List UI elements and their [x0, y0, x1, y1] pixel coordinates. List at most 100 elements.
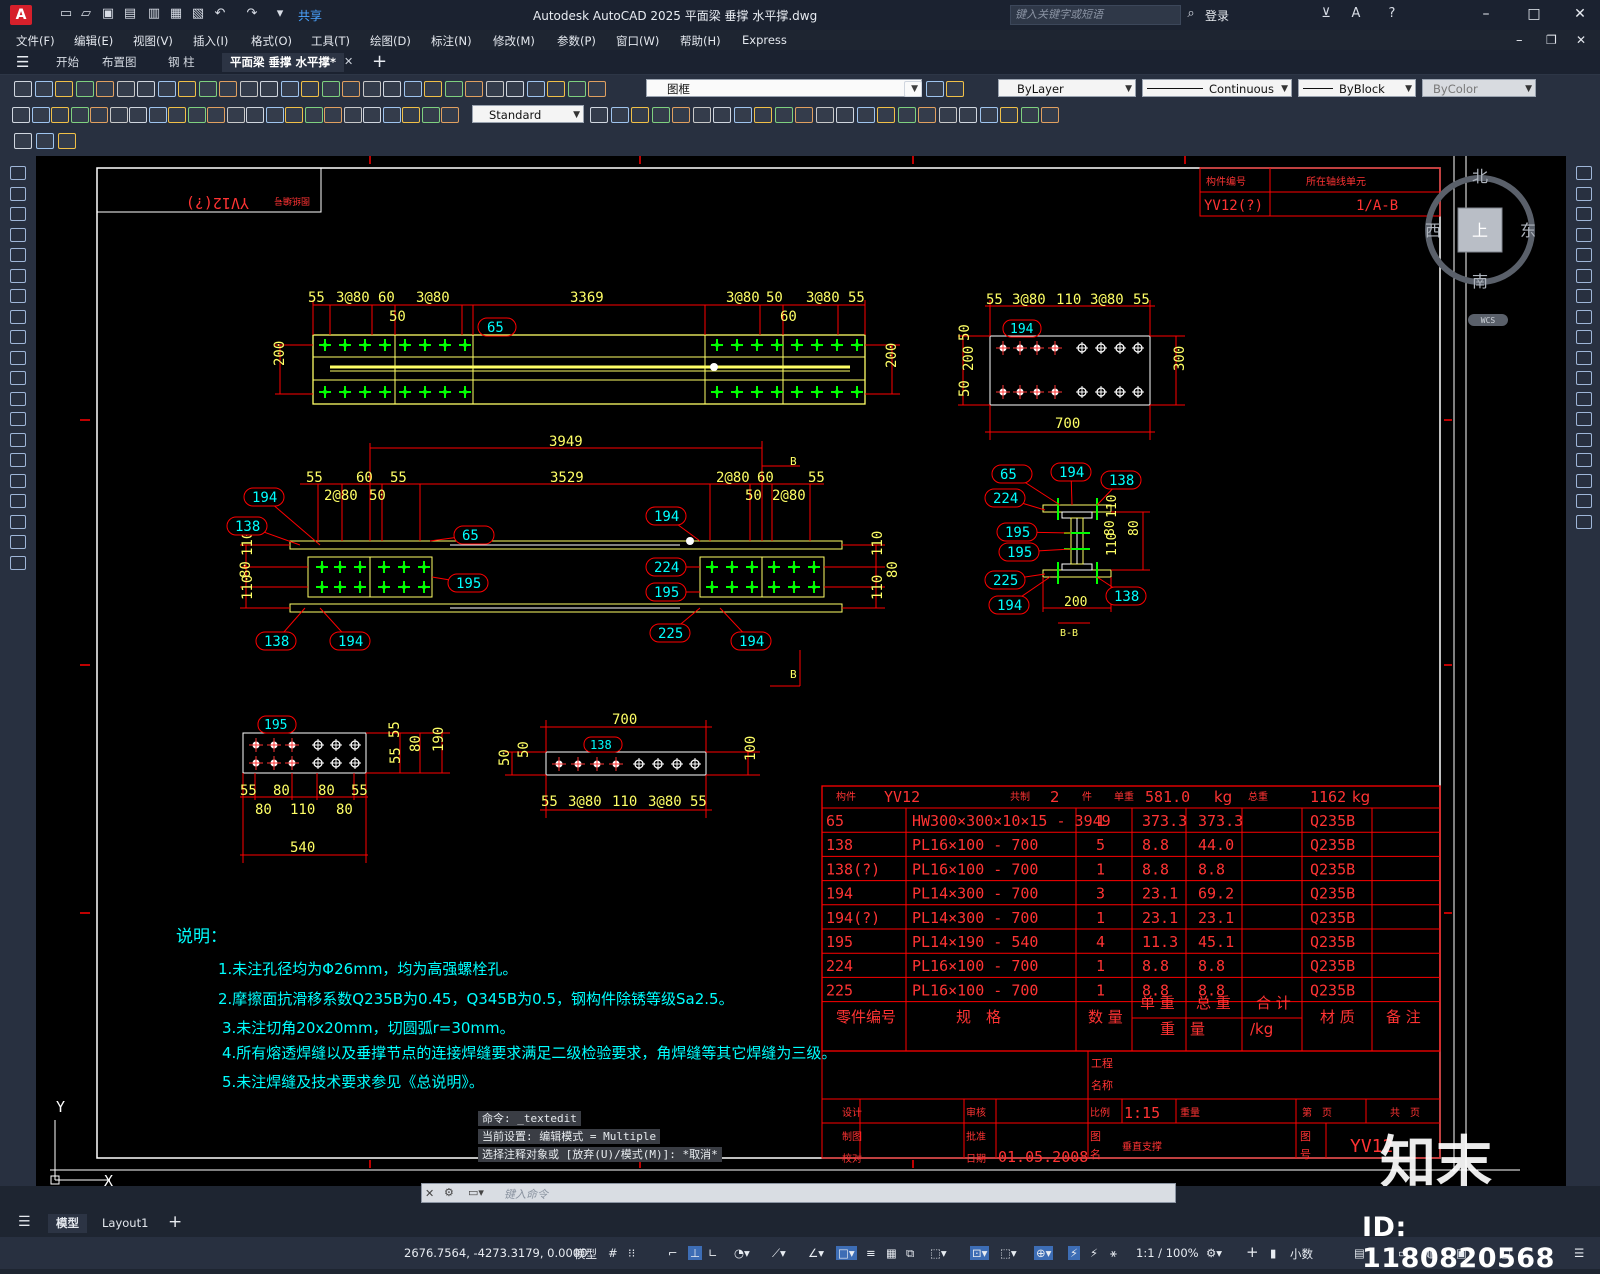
linetype-dropdown[interactable]: Continuous ▼	[1142, 79, 1292, 97]
draw-tool-icon[interactable]	[441, 107, 459, 123]
gizmo-icon[interactable]: ⊕▾	[1034, 1246, 1054, 1260]
osnap-icon[interactable]: □▾	[836, 1246, 857, 1260]
left-draw-tool-icon[interactable]	[10, 392, 26, 406]
toolbar-button-icon[interactable]	[96, 81, 114, 97]
command-customize-icon[interactable]: ⚙	[444, 1186, 454, 1199]
toolbar-button-icon[interactable]	[178, 81, 196, 97]
add-icon[interactable]: +	[1246, 1243, 1259, 1261]
left-draw-tool-icon[interactable]	[10, 228, 26, 242]
draw-tool-icon[interactable]	[90, 107, 108, 123]
close-button[interactable]: ✕	[1570, 6, 1590, 22]
right-modify-tool-icon[interactable]	[1576, 310, 1592, 324]
draw-tool-icon[interactable]	[363, 107, 381, 123]
selection-filter-icon[interactable]: ⬚▾	[1000, 1246, 1017, 1260]
dynamic-input-icon[interactable]: ⊥	[688, 1246, 703, 1260]
toolbar-button-icon[interactable]	[342, 81, 360, 97]
viewcube-north[interactable]: 北	[1472, 167, 1488, 186]
command-input[interactable]: 键入命令	[504, 1186, 548, 1202]
viewcube-east[interactable]: 东	[1520, 221, 1536, 240]
annotation-scale-dropdown[interactable]: 1:1 / 100%	[1136, 1246, 1199, 1260]
auto-scale-icon[interactable]: ⚡	[1090, 1246, 1098, 1260]
ortho-icon[interactable]: ∟	[708, 1246, 718, 1260]
toolbar-button-icon[interactable]	[219, 81, 237, 97]
menu-insert[interactable]: 插入(I)	[193, 33, 228, 49]
right-modify-tool-icon[interactable]	[1576, 269, 1592, 283]
draw-tool-icon[interactable]	[51, 107, 69, 123]
toolbar-button-icon[interactable]	[240, 81, 258, 97]
transparency-icon[interactable]: ▦	[886, 1246, 897, 1260]
toolbar-button-icon[interactable]	[465, 81, 483, 97]
toolbar-button-icon[interactable]	[547, 81, 565, 97]
draw-tool-icon[interactable]	[149, 107, 167, 123]
menu-parametric[interactable]: 参数(P)	[557, 33, 596, 49]
toolbar-button-icon[interactable]	[35, 81, 53, 97]
menu-edit[interactable]: 编辑(E)	[74, 33, 113, 49]
left-draw-tool-icon[interactable]	[10, 412, 26, 426]
menu-express[interactable]: Express	[742, 33, 787, 47]
new-tab-plus-icon[interactable]: +	[372, 51, 387, 72]
left-draw-tool-icon[interactable]	[10, 494, 26, 508]
grid-icon[interactable]: #	[608, 1246, 618, 1260]
toolbar-button-icon[interactable]	[588, 81, 606, 97]
modify-tool-icon[interactable]	[836, 107, 854, 123]
right-modify-tool-icon[interactable]	[1576, 474, 1592, 488]
draw-tool-icon[interactable]	[168, 107, 186, 123]
modify-tool-icon[interactable]	[652, 107, 670, 123]
share-button[interactable]: 共享	[298, 7, 322, 24]
new-file-icon[interactable]: ▭	[58, 6, 74, 22]
toolbar-button-icon[interactable]	[117, 81, 135, 97]
cart-icon[interactable]: ⊻	[1318, 6, 1334, 22]
plot-icon[interactable]: ▦	[168, 6, 184, 22]
right-modify-tool-icon[interactable]	[1576, 433, 1592, 447]
left-draw-tool-icon[interactable]	[10, 351, 26, 365]
right-modify-tool-icon[interactable]	[1576, 412, 1592, 426]
right-modify-tool-icon[interactable]	[1576, 371, 1592, 385]
drawing-canvas[interactable]: YV12(?) 图纸编号 构件编号 所在轴线单元 YV12(?) 1/A-B 上…	[36, 156, 1566, 1186]
toolbar-button-icon[interactable]	[281, 81, 299, 97]
menu-modify[interactable]: 修改(M)	[493, 33, 535, 49]
menu-help[interactable]: 帮助(H)	[680, 33, 721, 49]
left-draw-tool-icon[interactable]	[10, 289, 26, 303]
modify-tool-icon[interactable]	[918, 107, 936, 123]
plotstyle-dropdown[interactable]: ByColor ▼	[1422, 79, 1536, 97]
color-dropdown[interactable]: ByLayer ▼	[998, 79, 1136, 97]
left-draw-tool-icon[interactable]	[10, 515, 26, 529]
tab-start[interactable]: 开始	[48, 53, 87, 72]
draw-tool-icon[interactable]	[32, 107, 50, 123]
autodesk-icon[interactable]: A	[1348, 6, 1364, 22]
save-as-icon[interactable]: ▤	[122, 6, 138, 22]
extra-tool-icon[interactable]	[14, 133, 32, 149]
modify-tool-icon[interactable]	[672, 107, 690, 123]
modify-tool-icon[interactable]	[775, 107, 793, 123]
toolbar-button-icon[interactable]	[404, 81, 422, 97]
draw-tool-icon[interactable]	[246, 107, 264, 123]
annotation-scale-icon[interactable]: ⚹	[1110, 1246, 1117, 1261]
toolbar-button-icon[interactable]	[322, 81, 340, 97]
command-close-icon[interactable]: ✕	[425, 1187, 434, 1200]
right-modify-tool-icon[interactable]	[1576, 351, 1592, 365]
right-modify-tool-icon[interactable]	[1576, 228, 1592, 242]
draw-tool-icon[interactable]	[188, 107, 206, 123]
draw-tool-icon[interactable]	[305, 107, 323, 123]
menu-window[interactable]: 窗口(W)	[616, 33, 659, 49]
modify-tool-icon[interactable]	[857, 107, 875, 123]
left-draw-tool-icon[interactable]	[10, 433, 26, 447]
menu-format[interactable]: 格式(O)	[251, 33, 292, 49]
right-modify-tool-icon[interactable]	[1576, 515, 1592, 529]
lineweight-icon[interactable]: ≡	[866, 1246, 876, 1260]
workspace-gear-icon[interactable]: ⚙▾	[1206, 1246, 1222, 1260]
modify-tool-icon[interactable]	[734, 107, 752, 123]
modify-tool-icon[interactable]	[795, 107, 813, 123]
save-icon[interactable]: ▣	[100, 6, 116, 22]
osnap-tracking-icon[interactable]: ∠▾	[808, 1246, 824, 1260]
draw-tool-icon[interactable]	[207, 107, 225, 123]
layer-tool-icon[interactable]	[946, 81, 964, 97]
draw-tool-icon[interactable]	[285, 107, 303, 123]
menu-file[interactable]: 文件(F)	[16, 33, 55, 49]
draw-tool-icon[interactable]	[71, 107, 89, 123]
toolbar-button-icon[interactable]	[445, 81, 463, 97]
modify-tool-icon[interactable]	[877, 107, 895, 123]
modify-tool-icon[interactable]	[1021, 107, 1039, 123]
menu-dimension[interactable]: 标注(N)	[431, 33, 472, 49]
login-button[interactable]: 登录	[1205, 7, 1229, 24]
